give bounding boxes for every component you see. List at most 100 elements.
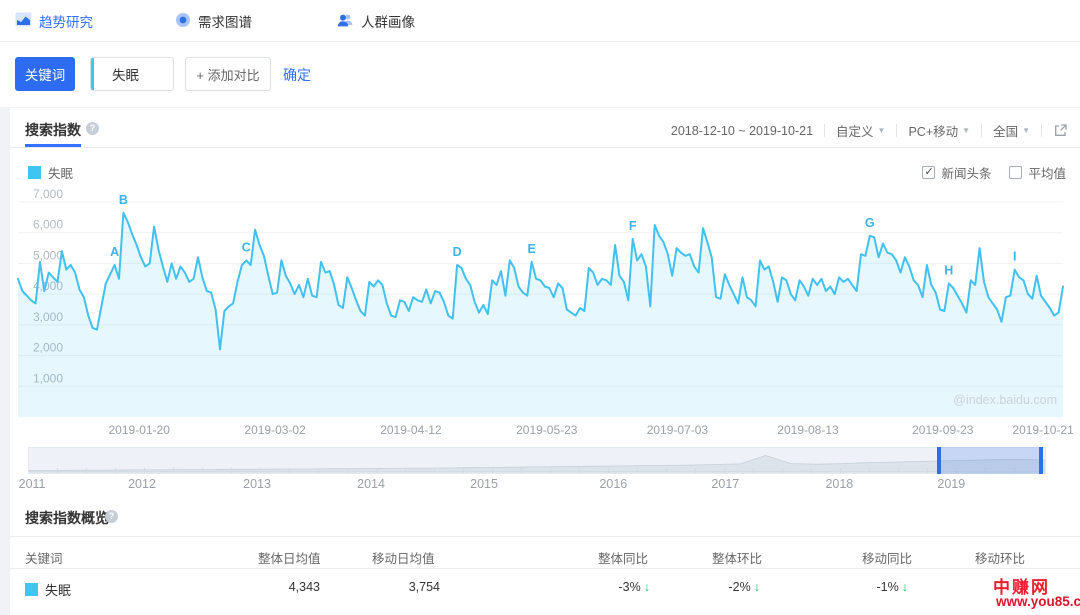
add-compare-button[interactable]: + 添加对比 xyxy=(185,57,271,91)
cell-overall-mom: -2%↓ xyxy=(685,580,760,594)
chart-controls: 2018-12-10 ~ 2019-10-21 自定义 ▼ PC+移动 ▼ 全国… xyxy=(671,121,1068,140)
svg-text:2019-07-03: 2019-07-03 xyxy=(647,423,709,437)
slider-handle-right[interactable] xyxy=(1039,447,1043,474)
series-swatch xyxy=(25,583,38,596)
legend-options: 新闻头条 平均值 xyxy=(922,163,1066,182)
col-header-mobile-yoy: 移动同比 xyxy=(862,548,912,567)
svg-text:@index.baidu.com: @index.baidu.com xyxy=(953,393,1057,407)
series-legend[interactable]: 失眠 xyxy=(28,163,73,182)
divider xyxy=(824,124,825,137)
svg-text:F: F xyxy=(629,219,637,233)
year-label: 2019 xyxy=(937,477,965,491)
col-header-overall-yoy: 整体同比 xyxy=(598,548,648,567)
nav-tab-demand-graph[interactable]: 需求图谱 xyxy=(175,9,252,33)
range-mode-dropdown[interactable]: 自定义 ▼ xyxy=(836,121,885,140)
svg-text:A: A xyxy=(110,245,119,259)
nav-tab-label: 需求图谱 xyxy=(198,11,252,31)
range-mode-value: 自定义 xyxy=(836,121,874,140)
divider xyxy=(1041,124,1042,137)
device-dropdown[interactable]: PC+移动 ▼ xyxy=(908,121,970,140)
year-label: 2016 xyxy=(599,477,627,491)
year-label: 2012 xyxy=(128,477,156,491)
col-header-overall-daily-avg: 整体日均值 xyxy=(258,548,321,567)
year-label: 2014 xyxy=(357,477,385,491)
keyword-button[interactable]: 关键词 xyxy=(15,57,75,91)
toggle-label: 新闻头条 xyxy=(941,163,991,182)
selection-window[interactable] xyxy=(939,447,1041,474)
svg-text:2019-08-13: 2019-08-13 xyxy=(777,423,839,437)
search-index-panel: 搜索指数 ? 2018-12-10 ~ 2019-10-21 自定义 ▼ PC+… xyxy=(10,108,1080,615)
top-navigation: 趋势研究 需求图谱 人群画像 xyxy=(0,0,1080,42)
region-dropdown[interactable]: 全国 ▼ xyxy=(993,121,1030,140)
site-watermark-url: www.you85.com xyxy=(996,594,1080,609)
date-range-text: 2018-12-10 ~ 2019-10-21 xyxy=(671,124,813,138)
svg-text:2019-01-20: 2019-01-20 xyxy=(109,423,171,437)
table-row-keyword: 失眠 xyxy=(25,580,71,599)
slider-handle-left[interactable] xyxy=(937,447,941,474)
svg-text:B: B xyxy=(119,193,128,207)
series-swatch xyxy=(28,166,41,179)
export-icon[interactable] xyxy=(1053,123,1068,138)
svg-text:2019-04-12: 2019-04-12 xyxy=(380,423,442,437)
slider-ticks xyxy=(29,468,1045,473)
device-value: PC+移动 xyxy=(908,121,958,140)
nav-tab-label: 趋势研究 xyxy=(39,11,93,31)
region-value: 全国 xyxy=(993,121,1018,140)
svg-text:G: G xyxy=(865,216,875,230)
year-label: 2013 xyxy=(243,477,271,491)
checkbox-icon[interactable] xyxy=(922,166,935,179)
nav-tab-trend-research[interactable]: 趋势研究 xyxy=(15,9,93,33)
chevron-down-icon: ▼ xyxy=(962,126,970,135)
series-name: 失眠 xyxy=(48,163,73,182)
svg-text:C: C xyxy=(242,240,251,254)
search-index-line-chart: 1,0002,0003,0004,0005,0006,0007,000ABCDE… xyxy=(18,190,1070,446)
nav-tab-crowd-portrait[interactable]: 人群画像 xyxy=(337,9,415,33)
series-color-bar xyxy=(91,58,94,90)
cell-mobile-daily-avg: 3,754 xyxy=(360,580,440,594)
toggle-label: 平均值 xyxy=(1028,163,1066,182)
overview-section-title: 搜索指数概览 xyxy=(25,508,109,528)
toggle-news-headlines[interactable]: 新闻头条 xyxy=(922,163,991,182)
timeline-year-labels: 201120122013201420152016201720182019 xyxy=(28,477,1046,492)
timeline-slider[interactable] xyxy=(28,447,1046,474)
top-section: 趋势研究 需求图谱 人群画像 关键词 失眠 + 添加对比 确定 xyxy=(0,0,1080,107)
svg-text:I: I xyxy=(1013,250,1016,264)
divider xyxy=(981,124,982,137)
nav-tab-label: 人群画像 xyxy=(361,11,415,31)
divider xyxy=(896,124,897,137)
svg-text:7,000: 7,000 xyxy=(33,187,63,201)
svg-text:2019-05-23: 2019-05-23 xyxy=(516,423,578,437)
svg-text:E: E xyxy=(528,242,536,256)
svg-text:2019-03-02: 2019-03-02 xyxy=(244,423,306,437)
chevron-down-icon: ▼ xyxy=(878,126,886,135)
keyword-input[interactable]: 失眠 xyxy=(90,57,174,91)
person-icon xyxy=(337,12,354,31)
svg-text:H: H xyxy=(944,263,953,277)
confirm-link[interactable]: 确定 xyxy=(283,65,311,85)
svg-text:2019-10-21: 2019-10-21 xyxy=(1012,423,1074,437)
help-icon[interactable]: ? xyxy=(105,510,118,523)
year-label: 2011 xyxy=(19,477,46,491)
cell-overall-daily-avg: 4,343 xyxy=(240,580,320,594)
divider xyxy=(10,147,1080,148)
svg-text:5,000: 5,000 xyxy=(33,248,63,262)
svg-text:2019-09-23: 2019-09-23 xyxy=(912,423,974,437)
cell-overall-yoy: -3%↓ xyxy=(570,580,650,594)
keyword-text: 失眠 xyxy=(45,580,71,599)
cell-mobile-yoy: -1%↓ xyxy=(830,580,908,594)
col-header-mobile-daily-avg: 移动日均值 xyxy=(372,548,435,567)
svg-text:D: D xyxy=(453,245,462,259)
year-label: 2018 xyxy=(825,477,853,491)
checkbox-icon[interactable] xyxy=(1009,166,1022,179)
keyword-value: 失眠 xyxy=(112,64,139,84)
col-header-overall-mom: 整体环比 xyxy=(712,548,762,567)
svg-text:6,000: 6,000 xyxy=(33,218,63,232)
toggle-average[interactable]: 平均值 xyxy=(1009,163,1066,182)
tab-search-index[interactable]: 搜索指数 xyxy=(25,120,81,140)
year-label: 2017 xyxy=(711,477,739,491)
divider xyxy=(10,536,1080,537)
bullseye-icon xyxy=(175,12,191,31)
trend-chart-icon xyxy=(15,11,32,31)
help-icon[interactable]: ? xyxy=(86,122,99,135)
col-header-keyword: 关键词 xyxy=(25,548,63,567)
